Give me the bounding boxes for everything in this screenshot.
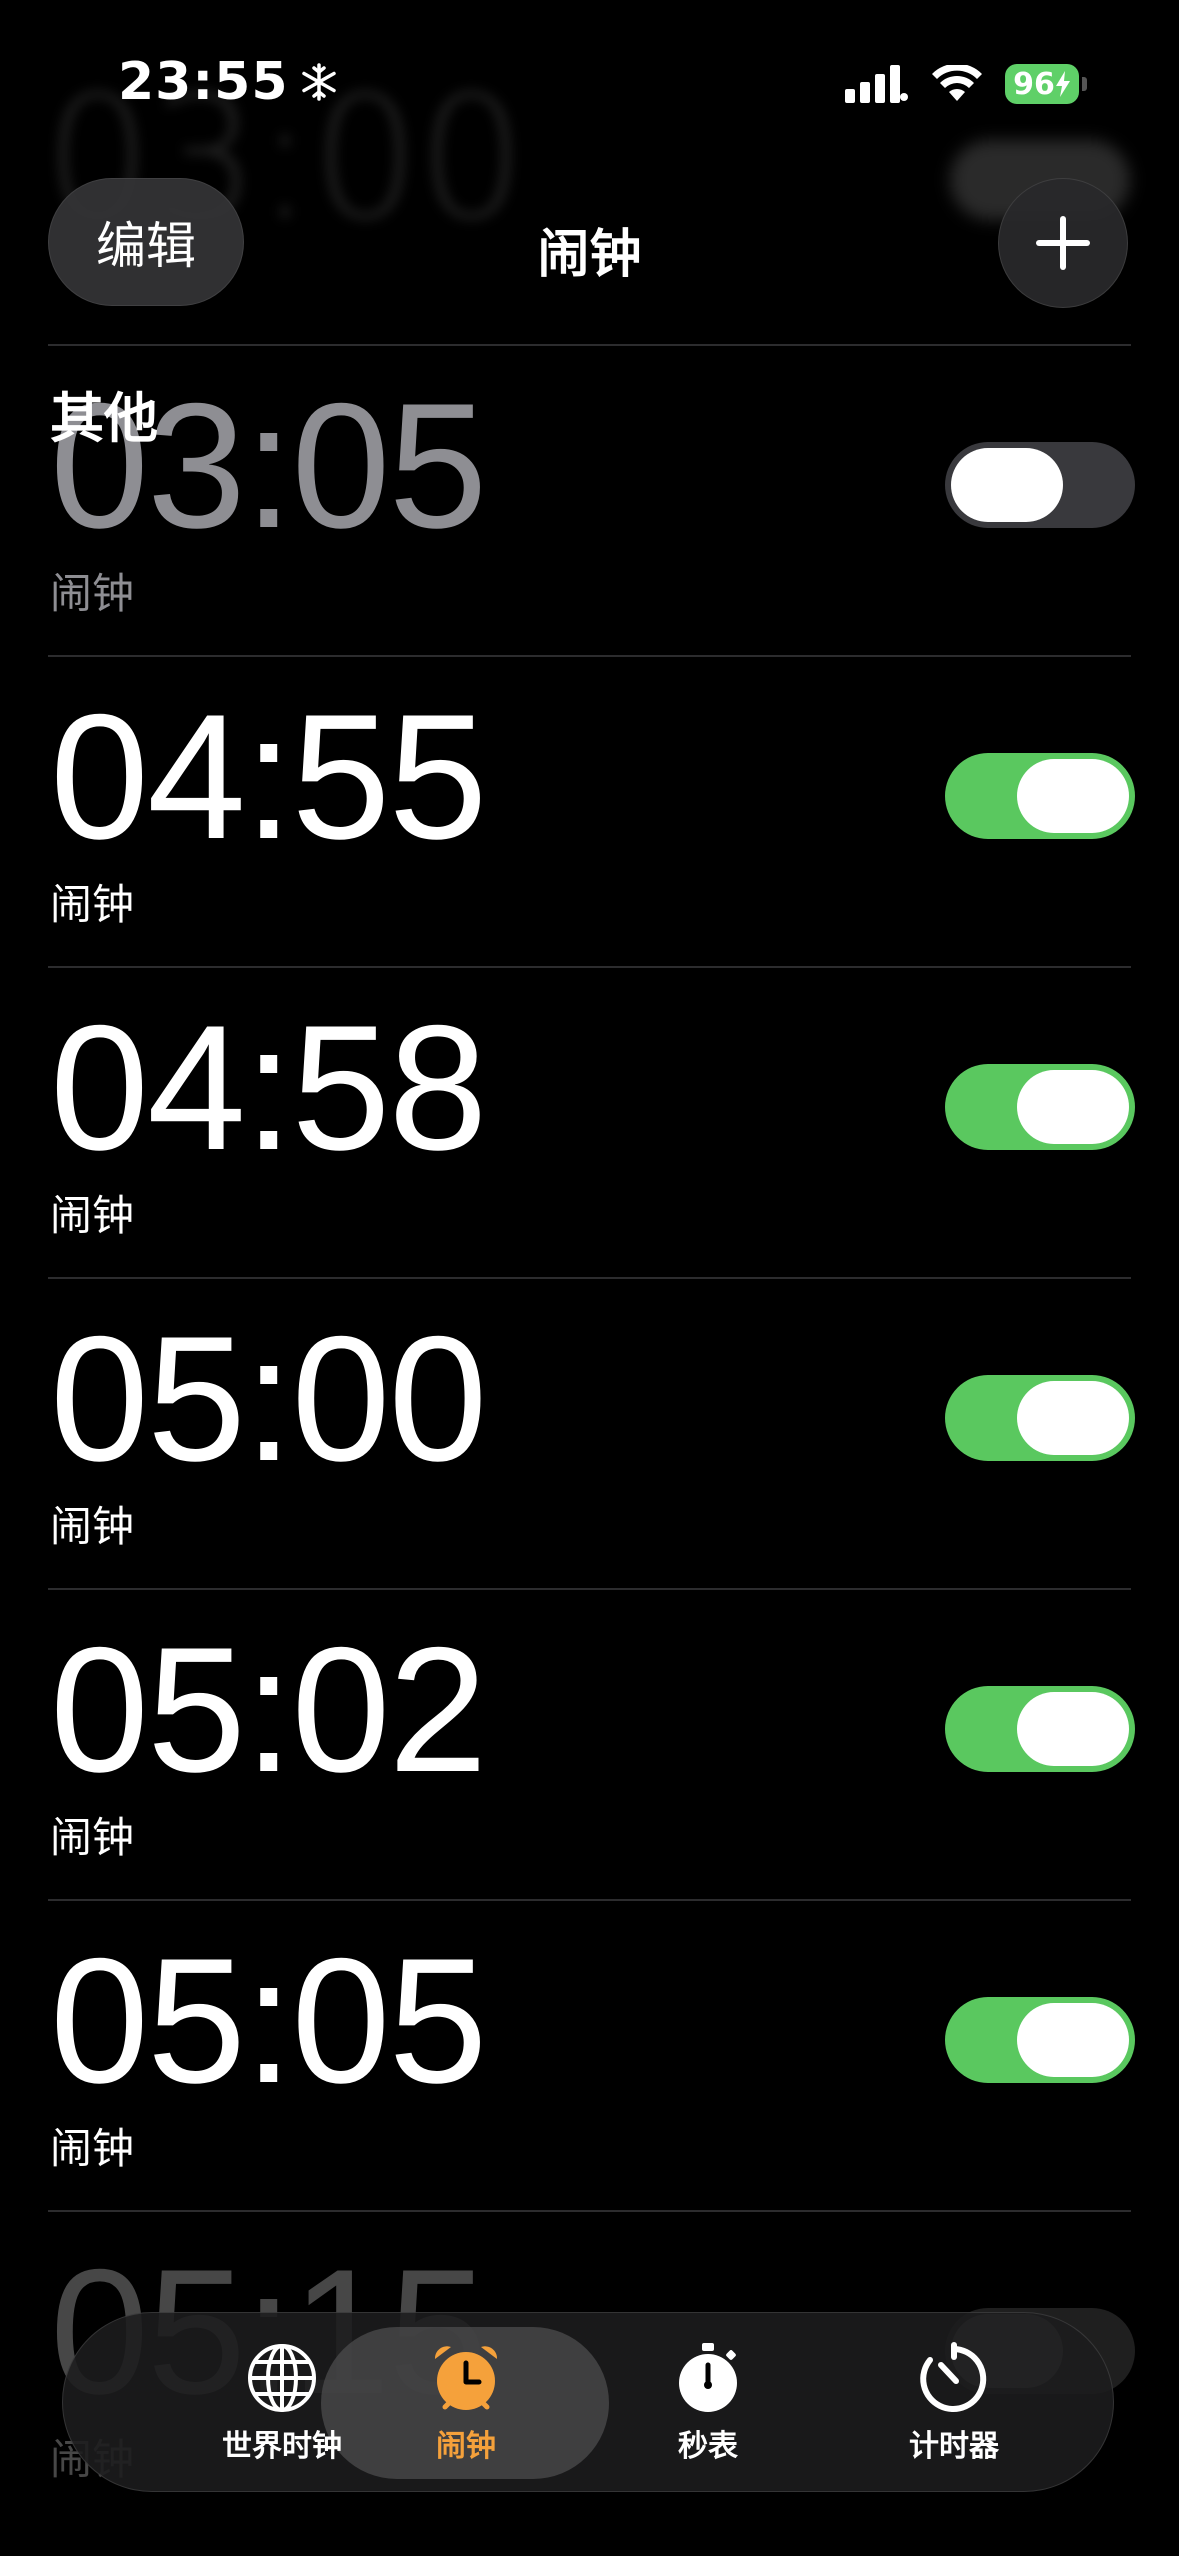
tab-bar: 世界时钟 闹钟 秒表 计时器: [62, 2312, 1114, 2492]
charging-bolt-icon: [1055, 71, 1070, 97]
toggle-knob: [951, 448, 1063, 522]
alarm-toggle[interactable]: [945, 1375, 1135, 1461]
toggle-knob: [1017, 1692, 1129, 1766]
battery-indicator: 96: [1005, 64, 1087, 104]
alarm-clock-icon: [434, 2346, 498, 2410]
alarm-toggle[interactable]: [945, 1997, 1135, 2083]
status-time: 23:55: [118, 52, 339, 112]
alarm-label: 闹钟: [50, 1191, 135, 1240]
alarm-label: 闹钟: [50, 2124, 135, 2173]
plus-icon: [1036, 216, 1090, 270]
alarm-label: 闹钟: [50, 880, 135, 929]
timer-icon: [920, 2342, 987, 2412]
cellular-signal-icon: [845, 65, 908, 103]
tab-label: 计时器: [909, 2429, 999, 2464]
alarm-row[interactable]: 05:02 闹钟: [48, 1588, 1135, 1899]
tab-label: 秒表: [678, 2429, 738, 2464]
alarm-toggle[interactable]: [945, 753, 1135, 839]
add-alarm-button[interactable]: [998, 178, 1128, 308]
alarm-label: 闹钟: [50, 569, 135, 618]
tab-stopwatch[interactable]: 秒表: [583, 2313, 833, 2493]
alarm-time: 04:58: [50, 988, 487, 1187]
alarm-row[interactable]: 04:58 闹钟: [48, 966, 1135, 1277]
alarm-label: 闹钟: [50, 1813, 135, 1862]
alarm-time: 05:05: [50, 1921, 487, 2120]
status-bar: 23:55 96: [0, 0, 1179, 170]
alarm-row[interactable]: 03:05 闹钟: [48, 344, 1135, 655]
tab-label: 世界时钟: [222, 2429, 342, 2464]
stopwatch-icon: [679, 2343, 737, 2412]
alarm-row[interactable]: 04:55 闹钟: [48, 655, 1135, 966]
alarm-row[interactable]: 05:05 闹钟: [48, 1899, 1135, 2210]
toggle-knob: [1017, 1070, 1129, 1144]
alarm-list: 其他 03:05 闹钟 04:55 闹钟 04:58 闹钟 05:00 闹钟 0…: [0, 344, 1179, 2521]
alarm-time: 04:55: [50, 677, 487, 876]
status-indicators: 96: [845, 64, 1087, 104]
wifi-icon: [932, 65, 982, 101]
toggle-knob: [1017, 2003, 1129, 2077]
section-header-other: 其他: [50, 387, 158, 450]
toggle-knob: [1017, 1381, 1129, 1455]
alarm-toggle[interactable]: [945, 1686, 1135, 1772]
toggle-knob: [1017, 759, 1129, 833]
status-time-text: 23:55: [118, 52, 289, 112]
alarm-toggle[interactable]: [945, 1064, 1135, 1150]
alarm-time: 05:02: [50, 1610, 487, 1809]
alarm-row[interactable]: 05:00 闹钟: [48, 1277, 1135, 1588]
alarm-label: 闹钟: [50, 1502, 135, 1551]
tab-label: 闹钟: [436, 2429, 496, 2464]
snowflake-icon: [301, 63, 336, 101]
tab-timer[interactable]: 计时器: [829, 2313, 1079, 2493]
battery-level: 96: [1013, 66, 1055, 102]
nav-header: 编辑 闹钟: [0, 170, 1179, 346]
tab-alarm[interactable]: 闹钟: [341, 2313, 591, 2493]
alarm-time: 05:00: [50, 1299, 487, 1498]
alarm-toggle[interactable]: [945, 442, 1135, 528]
globe-icon: [248, 2344, 316, 2412]
